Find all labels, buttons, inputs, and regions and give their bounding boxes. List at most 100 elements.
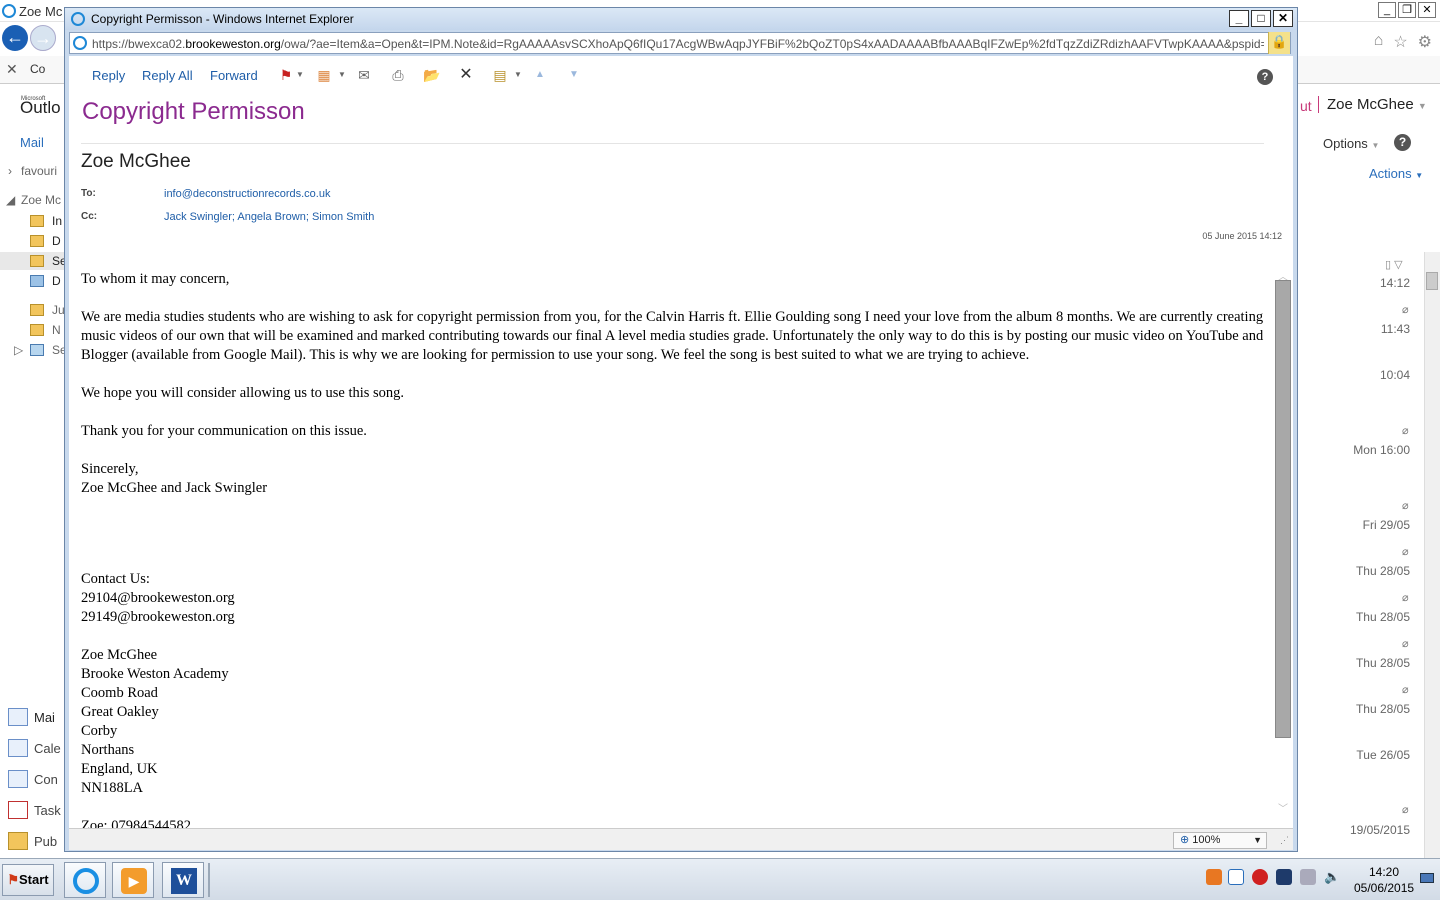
nav-calendar[interactable]: Cale [8,739,61,757]
favourites-folder[interactable]: favouri [21,164,57,178]
forward-button[interactable]: Forward [210,68,258,83]
signout-link-fragment[interactable]: ut [1300,98,1312,114]
url-text[interactable]: https://bwexca02.brookeweston.org/owa/?a… [92,37,1264,51]
padlock-icon[interactable]: 🔒 [1268,32,1290,54]
message-date[interactable]: Thu 28/05 [1356,656,1410,670]
nav-contacts[interactable]: Con [8,770,58,788]
message-list-scrollbar[interactable] [1424,252,1440,858]
notes-folder-icon [30,324,44,336]
taskbar-word-button[interactable]: W [162,862,204,898]
tray-app-icon[interactable] [1206,869,1222,885]
zoom-control[interactable]: ⊕ 100% ▼ [1173,832,1267,849]
reply-button[interactable]: Reply [92,68,125,83]
network-icon[interactable] [1276,869,1292,885]
close-tab-icon[interactable]: ✕ [6,61,18,78]
message-date[interactable]: Thu 28/05 [1356,610,1410,624]
folder-drafts[interactable]: D [52,234,61,248]
categories-icon[interactable]: ▦ [315,67,333,83]
restore-button[interactable]: ❐ [1398,2,1416,18]
home-icon[interactable]: ⌂ [1374,32,1384,52]
security-shield-icon[interactable] [1228,869,1244,885]
device-icon[interactable] [1300,869,1316,885]
background-tab[interactable]: Zoe Mc [2,2,62,20]
folder-icon [30,215,44,227]
close-button[interactable]: ✕ [1418,2,1436,18]
body-scrollbar[interactable]: ︿ ﹀ [1273,262,1293,828]
message-date[interactable]: 11:43 [1381,322,1410,336]
message-date[interactable]: Fri 29/05 [1363,518,1410,532]
message-date[interactable]: Tue 26/05 [1356,748,1410,762]
chevron-down-icon[interactable]: ▼ [333,67,351,83]
folder-notes[interactable]: N [52,323,61,337]
message-popup-window: Copyright Permisson - Windows Internet E… [64,7,1298,852]
contact-heading: Contact Us: [81,571,150,587]
clock-date[interactable]: 05/06/2015 [1354,881,1414,895]
forward-button[interactable]: → [30,25,56,51]
chevron-down-icon[interactable]: ▼ [291,67,309,83]
favourites-expander[interactable]: › [8,164,12,178]
options-menu[interactable]: Options ▼ [1323,136,1379,151]
address-bar[interactable]: https://bwexca02.brookeweston.org/owa/?a… [69,32,1291,54]
attachment-icon: ⌀ [1402,500,1409,512]
taskbar-media-button[interactable]: ▶ [112,862,154,898]
nav-public-folders[interactable]: Pub [8,832,57,850]
show-desktop-button[interactable] [1418,865,1436,895]
message-date[interactable]: Thu 28/05 [1356,702,1410,716]
back-button[interactable]: ← [2,25,28,51]
nav-tasks-label: Task [34,802,61,818]
minimize-button[interactable]: _ [1378,2,1396,18]
taskbar-ie-button[interactable] [64,862,106,898]
folder-inbox[interactable]: In [52,214,62,228]
help-icon[interactable]: ? [1257,69,1273,85]
reply-all-button[interactable]: Reply All [142,68,193,83]
print-icon[interactable]: ⎙ [389,67,407,83]
message-date[interactable]: 10:04 [1380,368,1410,382]
scroll-down-icon[interactable]: ﹀ [1278,800,1288,815]
delete-icon[interactable]: ✕ [457,67,475,83]
owa-help-icon[interactable]: ? [1394,134,1411,151]
chevron-down-icon[interactable]: ▼ [509,67,527,83]
folder-junk[interactable]: Ju [52,303,65,317]
move-to-folder-icon[interactable]: 📂 [423,67,441,83]
settings-gear-icon[interactable]: ⚙ [1418,32,1432,52]
mail-link[interactable]: Mail [20,135,44,150]
search-folders-expander[interactable]: ▷ [14,343,23,357]
message-date[interactable]: Thu 28/05 [1356,564,1410,578]
next-item-icon[interactable]: ▼ [565,67,583,83]
cc-recipients[interactable]: Jack Swingler; Angela Brown; Simon Smith [164,211,374,223]
antivirus-icon[interactable] [1252,869,1268,885]
user-name-menu[interactable]: Zoe McGhee ▼ [1318,96,1427,113]
user-folder-expander[interactable]: ◢ [6,193,15,207]
nav-tasks[interactable]: Task [8,801,61,819]
chevron-down-icon[interactable]: ▼ [1253,833,1262,848]
previous-item-icon[interactable]: ▲ [531,67,549,83]
address-line: NN188LA [81,780,144,796]
maximize-button[interactable]: □ [1251,10,1271,27]
user-mailbox-folder[interactable]: Zoe Mc [21,193,61,207]
popup-window-controls: _ □ ✕ [1229,10,1293,27]
volume-speaker-icon[interactable]: 🔈 [1324,869,1340,885]
to-recipient[interactable]: info@deconstructionrecords.co.uk [164,188,330,200]
start-button[interactable]: ⚑Start [2,864,54,896]
ie-icon [2,4,16,18]
message-sender[interactable]: Zoe McGhee [81,151,191,173]
mark-unread-icon[interactable]: ✉ [355,67,373,83]
message-date[interactable]: Mon 16:00 [1353,443,1410,457]
body-scroll-thumb[interactable] [1275,280,1291,738]
close-button[interactable]: ✕ [1273,10,1293,27]
nav-mail[interactable]: Mai [8,708,55,726]
flag-filter-icon[interactable]: ▯ ▽ [1385,258,1403,271]
message-reading-pane: Reply Reply All Forward ⚑ ▼ ▦ ▼ ✉ ⎙ 📂 ✕ … [69,56,1293,828]
resize-grip-icon[interactable]: ⋰ [1280,835,1289,846]
favorites-star-icon[interactable]: ☆ [1393,32,1407,52]
message-list-scroll-thumb[interactable] [1426,272,1438,290]
message-date[interactable]: 19/05/2015 [1350,823,1410,837]
message-date[interactable]: 14:12 [1380,276,1410,290]
clock-time[interactable]: 14:20 [1369,865,1399,879]
folder-deleted[interactable]: D [52,274,61,288]
tab-label[interactable]: Co [30,62,45,76]
minimize-button[interactable]: _ [1229,10,1249,27]
nav-contacts-label: Con [34,771,58,787]
junk-options-icon[interactable]: ▤ [491,67,509,83]
actions-menu[interactable]: Actions ▼ [1369,166,1423,181]
